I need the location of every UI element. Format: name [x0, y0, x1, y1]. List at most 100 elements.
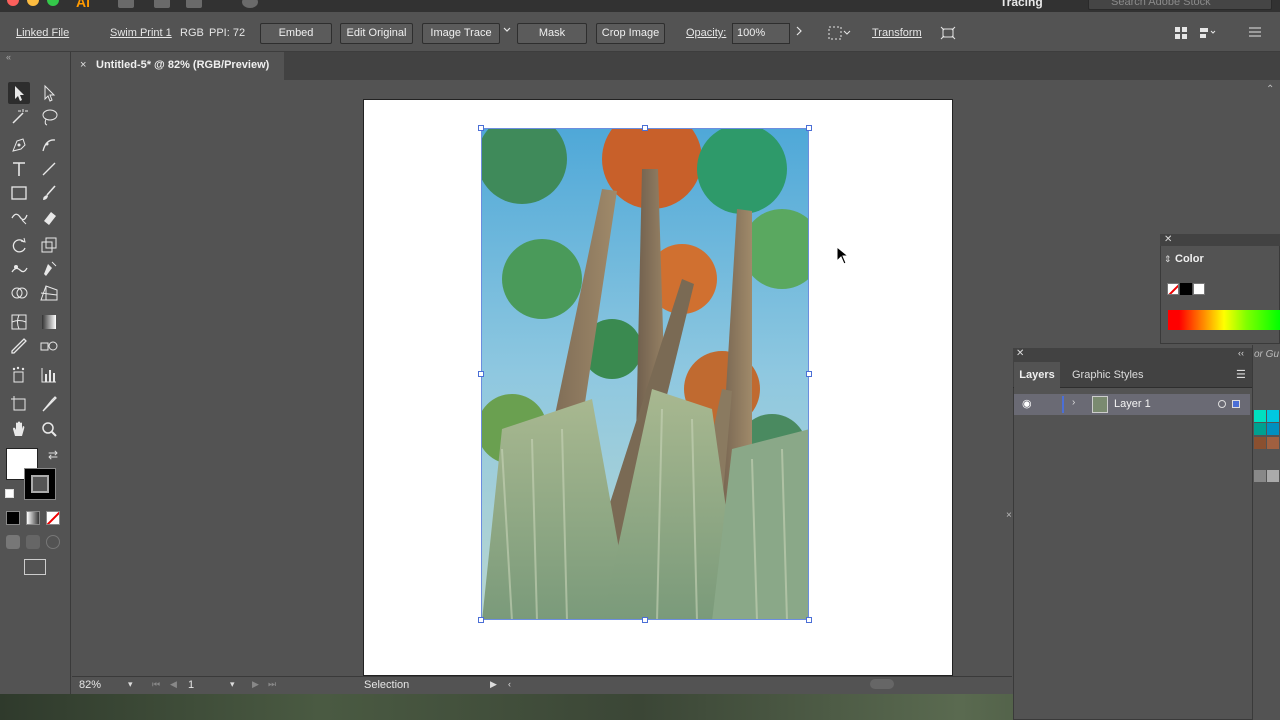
color-panel-title[interactable]: Color — [1175, 253, 1204, 265]
swatch-dark-teal[interactable] — [1254, 423, 1266, 435]
opacity-input[interactable]: 100% — [732, 23, 790, 44]
image-trace-button[interactable]: Image Trace — [422, 23, 500, 44]
symbol-sprayer-tool-icon[interactable] — [8, 364, 30, 386]
draw-behind-icon[interactable] — [26, 535, 40, 549]
collapse-panel-icon[interactable]: « — [6, 52, 11, 62]
expand-layer-icon[interactable]: › — [1072, 397, 1075, 408]
crop-image-button[interactable]: Crop Image — [596, 23, 665, 44]
zoom-tool-icon[interactable] — [38, 418, 60, 440]
perspective-grid-tool-icon[interactable] — [38, 282, 60, 304]
next-artboard-icon[interactable]: ▶ — [252, 679, 259, 690]
eyedropper-tool-icon[interactable] — [8, 335, 30, 357]
draw-normal-icon[interactable] — [6, 535, 20, 549]
opacity-label[interactable]: Opacity: — [686, 27, 726, 39]
swatch-brown[interactable] — [1254, 437, 1266, 449]
swatch-cyan[interactable] — [1267, 410, 1279, 422]
color-mode-icon[interactable] — [6, 511, 20, 525]
collapse-layers-panel-icon[interactable]: ‹‹ — [1238, 348, 1244, 358]
minimize-window-button[interactable] — [27, 0, 39, 6]
visibility-eye-icon[interactable]: ◉ — [1022, 397, 1032, 410]
selection-handle-top-left[interactable] — [478, 125, 484, 131]
swatch-light-brown[interactable] — [1267, 437, 1279, 449]
blend-tool-icon[interactable] — [38, 335, 60, 357]
swatch-light-gray[interactable] — [1267, 470, 1279, 482]
selection-handle-top-right[interactable] — [806, 125, 812, 131]
target-circle-icon[interactable] — [1218, 400, 1226, 408]
black-swatch[interactable] — [1180, 283, 1192, 295]
first-artboard-icon[interactable]: ⏮ — [152, 679, 160, 690]
arrange-documents-icon[interactable] — [186, 0, 202, 8]
embed-button[interactable]: Embed — [260, 23, 332, 44]
close-tab-icon[interactable]: × — [80, 59, 86, 71]
zoom-dropdown-icon[interactable]: ▾ — [128, 679, 133, 690]
bridge-icon[interactable] — [118, 0, 134, 8]
status-text[interactable]: Selection — [364, 679, 409, 691]
swap-fill-stroke-icon[interactable]: ⇄ — [48, 448, 58, 462]
rotate-tool-icon[interactable] — [8, 234, 30, 256]
file-name-link[interactable]: Swim Print 1 — [110, 27, 172, 39]
mask-button[interactable]: Mask — [517, 23, 587, 44]
horizontal-scrollbar-thumb[interactable] — [870, 679, 894, 689]
layers-panel-menu-icon[interactable]: ☰ — [1236, 368, 1246, 381]
edit-original-button[interactable]: Edit Original — [340, 23, 413, 44]
gpu-performance-icon[interactable] — [242, 0, 258, 8]
eraser-tool-icon[interactable] — [38, 206, 60, 228]
selection-indicator[interactable] — [1232, 400, 1240, 408]
none-mode-icon[interactable] — [46, 511, 60, 525]
mesh-tool-icon[interactable] — [8, 311, 30, 333]
selection-tool-icon[interactable] — [8, 82, 30, 104]
selection-handle-bottom-center[interactable] — [642, 617, 648, 623]
artboard-number-field[interactable]: 1 — [188, 679, 228, 691]
color-spectrum[interactable] — [1168, 310, 1280, 330]
panel-dock-arrow-icon[interactable]: × — [1006, 510, 1012, 521]
type-tool-icon[interactable] — [8, 158, 30, 180]
document-tab-title[interactable]: Untitled-5* @ 82% (RGB/Preview) — [96, 59, 269, 71]
placed-image-palm-trees[interactable] — [481, 128, 809, 620]
curvature-tool-icon[interactable] — [38, 134, 60, 156]
align-options-icon[interactable] — [1198, 26, 1218, 43]
rectangle-tool-icon[interactable] — [8, 182, 30, 204]
lasso-tool-icon[interactable] — [38, 106, 60, 128]
artboard-tool-icon[interactable] — [8, 393, 30, 415]
stock-icon[interactable] — [154, 0, 170, 8]
default-fill-stroke-icon[interactable] — [5, 489, 14, 498]
column-graph-tool-icon[interactable] — [38, 364, 60, 386]
pen-tool-icon[interactable] — [8, 134, 30, 156]
opacity-arrow-icon[interactable] — [794, 25, 804, 40]
scroll-up-icon[interactable]: ⌃ — [1266, 84, 1274, 95]
layer-name[interactable]: Layer 1 — [1114, 398, 1151, 410]
zoom-level-field[interactable]: 82% — [79, 679, 119, 691]
tab-layers[interactable]: Layers — [1014, 362, 1060, 388]
previous-artboard-icon[interactable]: ◀ — [170, 679, 177, 690]
gradient-mode-icon[interactable] — [26, 511, 40, 525]
swatch-gray[interactable] — [1254, 470, 1266, 482]
close-window-button[interactable] — [7, 0, 19, 6]
tab-graphic-styles[interactable]: Graphic Styles — [1072, 362, 1144, 388]
status-menu-icon[interactable]: ▶ — [490, 679, 497, 690]
line-segment-tool-icon[interactable] — [38, 158, 60, 180]
control-bar-menu-icon[interactable] — [1248, 26, 1262, 41]
paintbrush-tool-icon[interactable] — [38, 182, 60, 204]
puppet-warp-tool-icon[interactable] — [8, 258, 30, 280]
linked-file-link[interactable]: Linked File — [16, 27, 69, 39]
swatch-blue[interactable] — [1267, 423, 1279, 435]
selection-handle-bottom-left[interactable] — [478, 617, 484, 623]
arrange-icon[interactable] — [1174, 26, 1188, 43]
direct-selection-tool-icon[interactable] — [38, 82, 60, 104]
hand-tool-icon[interactable] — [8, 418, 30, 440]
selection-handle-middle-left[interactable] — [478, 371, 484, 377]
stroke-swatch[interactable] — [24, 468, 56, 500]
last-artboard-icon[interactable]: ⏭ — [268, 679, 276, 690]
image-trace-dropdown-icon[interactable] — [502, 25, 512, 38]
selection-handle-bottom-right[interactable] — [806, 617, 812, 623]
screen-mode-icon[interactable] — [24, 559, 46, 575]
panel-options-icon[interactable]: ⇕ — [1164, 254, 1172, 265]
close-layers-panel-icon[interactable]: ✕ — [1016, 348, 1024, 359]
transform-link[interactable]: Transform — [872, 27, 922, 39]
workspace-switcher[interactable]: Tracing — [1000, 0, 1043, 9]
align-icon[interactable] — [828, 26, 852, 43]
scroll-left-icon[interactable]: ‹ — [508, 679, 511, 689]
slice-tool-icon[interactable] — [38, 393, 60, 415]
gradient-tool-icon[interactable] — [38, 311, 60, 333]
draw-inside-icon[interactable] — [46, 535, 60, 549]
